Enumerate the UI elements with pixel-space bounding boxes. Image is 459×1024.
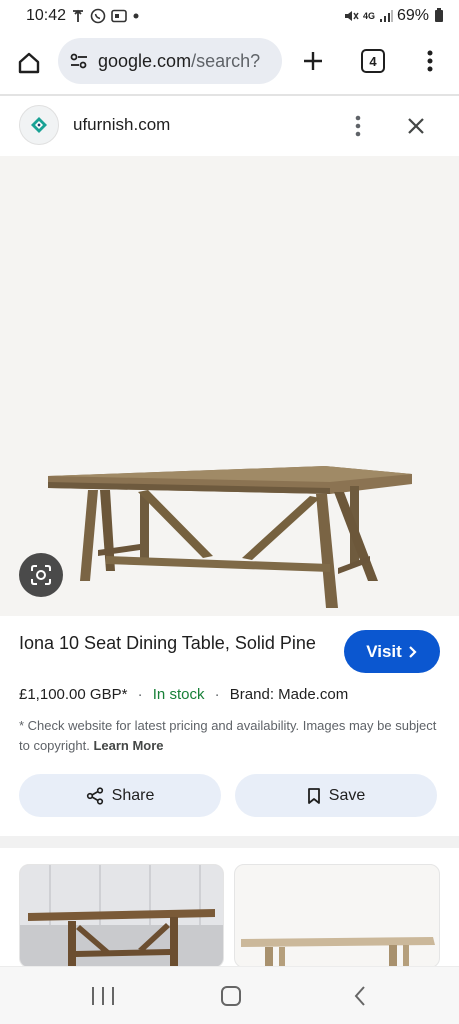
learn-more-link[interactable]: Learn More — [93, 738, 163, 753]
stock-status: In stock — [152, 686, 205, 703]
site-favicon[interactable] — [19, 105, 59, 145]
share-button[interactable]: Share — [19, 774, 221, 817]
browser-menu-button[interactable] — [418, 46, 442, 76]
home-button[interactable] — [14, 48, 44, 78]
meta-separator: · — [214, 686, 220, 703]
panel-close-button[interactable] — [402, 112, 430, 140]
product-brand: Brand: Made.com — [229, 686, 349, 703]
whatsapp-icon — [90, 8, 106, 24]
tab-switcher-button[interactable]: 4 — [361, 49, 385, 73]
url-path: /search? — [191, 50, 261, 71]
new-tab-button[interactable] — [298, 46, 328, 76]
disclaimer: * Check website for latest pricing and a… — [19, 716, 439, 756]
browser-toolbar: google.com/search? 4 — [0, 32, 459, 92]
disclaimer-text: * Check website for latest pricing and a… — [19, 718, 437, 753]
related-result-card[interactable] — [234, 864, 440, 968]
status-right: 4G 69% — [343, 7, 443, 25]
related-table-image — [20, 865, 223, 967]
product-title: Iona 10 Seat Dining Table, Solid Pine — [19, 633, 316, 653]
system-home-button[interactable] — [221, 986, 241, 1006]
panel-more-button[interactable] — [346, 112, 370, 140]
battery-icon — [435, 8, 443, 22]
recents-button[interactable] — [92, 987, 114, 1005]
meta-separator: · — [137, 686, 143, 703]
result-panel-header: ufurnish.com — [0, 96, 459, 156]
status-left: 10:42 — [26, 7, 140, 25]
recents-icon — [92, 987, 94, 1005]
site-settings-icon[interactable] — [68, 50, 90, 72]
save-button[interactable]: Save — [235, 774, 437, 817]
related-result-card[interactable] — [19, 864, 224, 968]
status-bar: 10:42 4G 69% — [0, 0, 459, 32]
notification-dot-icon — [132, 12, 140, 20]
address-bar[interactable]: google.com/search? — [58, 38, 282, 84]
bookmark-icon — [307, 787, 320, 804]
lens-icon — [31, 565, 51, 585]
signal-tower-icon — [71, 9, 85, 23]
google-lens-button[interactable] — [19, 553, 63, 597]
url-host: google.com — [98, 50, 192, 71]
product-image-area[interactable] — [0, 156, 459, 616]
product-meta: £1,100.00 GBP* · In stock · Brand: Made.… — [19, 686, 348, 703]
ufurnish-logo-icon — [31, 117, 47, 133]
more-vert-icon — [355, 115, 361, 137]
related-table-image — [241, 937, 435, 967]
network-type: 4G — [362, 11, 375, 21]
more-vert-icon — [427, 50, 433, 72]
share-label: Share — [111, 786, 155, 804]
home-icon — [18, 52, 40, 74]
plus-icon — [304, 52, 322, 70]
recents-icon — [102, 987, 104, 1005]
dining-table-image — [48, 466, 412, 608]
save-label: Save — [328, 786, 366, 804]
url-text: google.com/search? — [98, 51, 260, 72]
close-icon — [408, 118, 424, 134]
site-name[interactable]: ufurnish.com — [73, 115, 170, 135]
product-price: £1,100.00 GBP* — [19, 686, 128, 703]
back-icon — [354, 986, 365, 1006]
status-time: 10:42 — [26, 7, 67, 24]
share-icon — [86, 786, 103, 805]
visit-button[interactable]: Visit — [344, 630, 440, 673]
news-icon — [111, 9, 127, 23]
mute-icon — [343, 9, 359, 23]
back-button[interactable] — [350, 985, 370, 1007]
visit-label: Visit — [366, 641, 402, 661]
system-nav-bar — [0, 966, 459, 1024]
section-divider — [0, 836, 459, 848]
chevron-right-icon — [409, 645, 417, 658]
signal-bars-icon — [379, 10, 393, 22]
battery-percent: 69% — [396, 7, 429, 24]
recents-icon — [112, 987, 114, 1005]
tab-count: 4 — [369, 53, 377, 69]
